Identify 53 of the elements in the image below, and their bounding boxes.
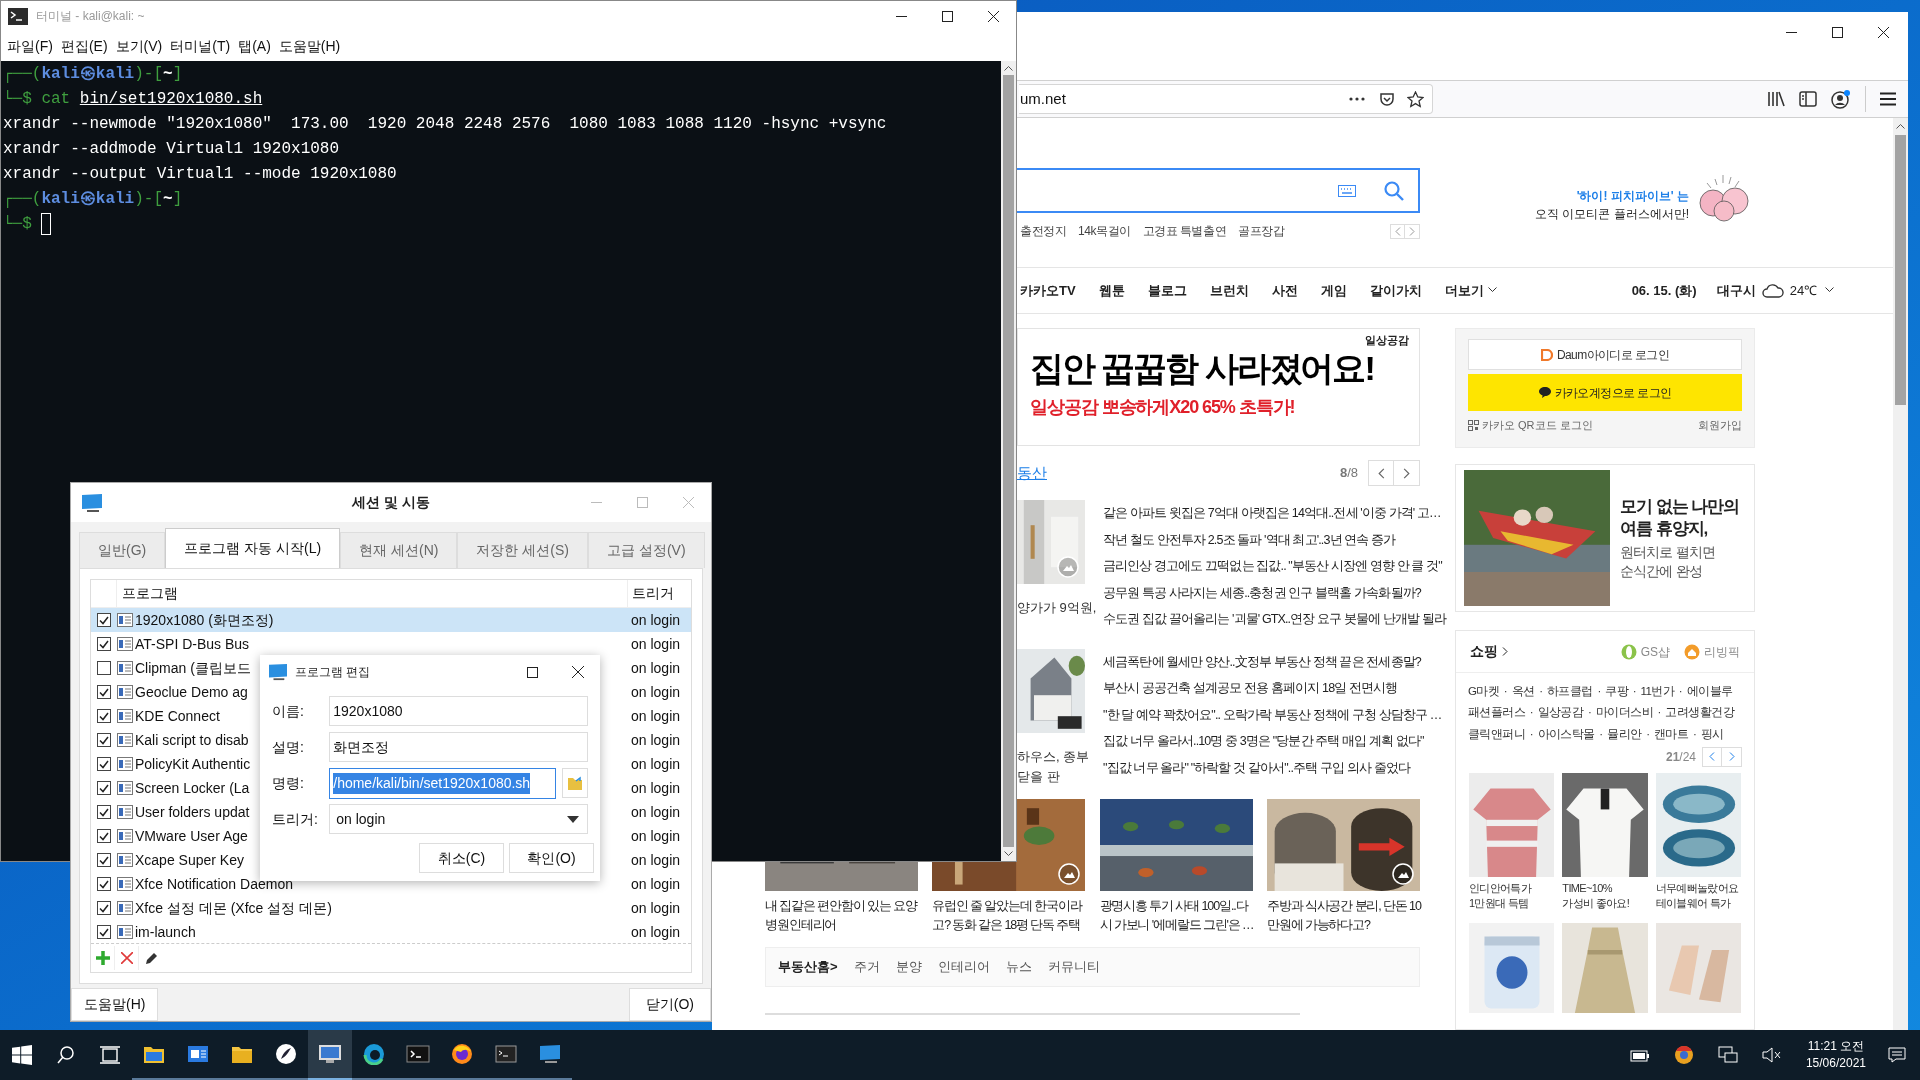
program-name: Geoclue Demo ag xyxy=(135,682,248,702)
ad-card-title: 모기 없는 나만의 여름 휴양지, xyxy=(1620,495,1740,540)
ad-card-text: 원터치로 펼치면 순식간에 완성 xyxy=(1620,542,1717,581)
trigger-cell-text: on login xyxy=(630,658,682,678)
trigger-cell-text: on login xyxy=(630,850,682,870)
trigger-cell-text: on login xyxy=(630,682,682,702)
field-label: 명령: xyxy=(272,773,305,793)
program-name: Clipman (클립보드 xyxy=(135,658,251,678)
window-title: 프로그램 편집 xyxy=(295,664,371,681)
trigger-cell-text: on login xyxy=(630,898,682,918)
trigger-cell-text: on login xyxy=(630,634,682,654)
program-name: Xcape Super Key xyxy=(135,850,244,870)
trigger-cell-text: on login xyxy=(630,706,682,726)
trigger-cell-text: on login xyxy=(630,826,682,846)
program-name: KDE Connect xyxy=(135,706,220,726)
trigger-cell-text: on login xyxy=(630,874,682,894)
ad-offer: 일상공감 뽀송하게X20 65% 초특가! xyxy=(1030,396,1296,419)
terminal-line: xrandr --output Virtual1 --mode 1920x1080 xyxy=(3,163,397,185)
ad-headline: 집안 꿉꿉함 사라졌어요! xyxy=(1030,348,1375,389)
trigger-cell-text: on login xyxy=(630,610,682,630)
field-label: 이름: xyxy=(272,701,305,721)
program-name: Kali script to disab xyxy=(135,730,249,750)
date-text: 06. 15. (화) xyxy=(1631,281,1697,300)
terminal-line: └─$ cat bin/set1920x1080.sh xyxy=(3,88,263,110)
program-name: AT-SPI D-Bus Bus xyxy=(135,634,250,654)
column-header: 트리거 xyxy=(627,580,691,608)
column-header: 프로그램 xyxy=(121,584,178,604)
program-name: im-launch xyxy=(135,922,196,942)
field-label: 설명: xyxy=(272,737,305,757)
program-name: Xfce 설정 데몬 (Xfce 설정 데몬) xyxy=(135,898,332,918)
temperature-text: 24℃ xyxy=(1789,281,1818,300)
window-title: 세션 및 시동 xyxy=(352,493,430,513)
trigger-cell-text: on login xyxy=(630,778,682,798)
trigger-cell-text: on login xyxy=(630,802,682,822)
terminal-line: xrandr --newmode "1920x1080" 173.00 1920 2048 2248 2576 1080 1083 1088 1120 -hsync +vsync xyxy=(3,113,887,135)
trigger-cell-text: on login xyxy=(630,922,682,942)
page-counter: 21/24 xyxy=(1665,748,1696,766)
program-name: Screen Locker (La xyxy=(135,778,250,798)
program-name: User folders updat xyxy=(135,802,250,822)
trigger-cell-text: on login xyxy=(630,754,682,774)
terminal-line: xrandr --addmode Virtual1 1920x1080 xyxy=(3,138,340,160)
window-title: 터미널 - kali@kali: ~ xyxy=(36,8,145,25)
ad-brand: 일상공감 xyxy=(1365,335,1409,346)
program-name: PolicyKit Authentic xyxy=(135,754,251,774)
terminal-prompt: └─$ xyxy=(3,213,32,235)
program-name: Xfce Notification Daemon xyxy=(135,874,293,894)
program-name: 1920x1080 (화면조정) xyxy=(135,610,274,630)
terminal-line: ┌──(kali㉿kali)-[~] xyxy=(3,188,183,210)
field-label: 트리거: xyxy=(272,809,319,829)
page-counter: 8/8 xyxy=(1339,464,1358,483)
trigger-cell-text: on login xyxy=(630,730,682,750)
program-name: VMware User Age xyxy=(135,826,248,846)
terminal-line: ┌──(kali㉿kali)-[~] xyxy=(3,63,183,85)
